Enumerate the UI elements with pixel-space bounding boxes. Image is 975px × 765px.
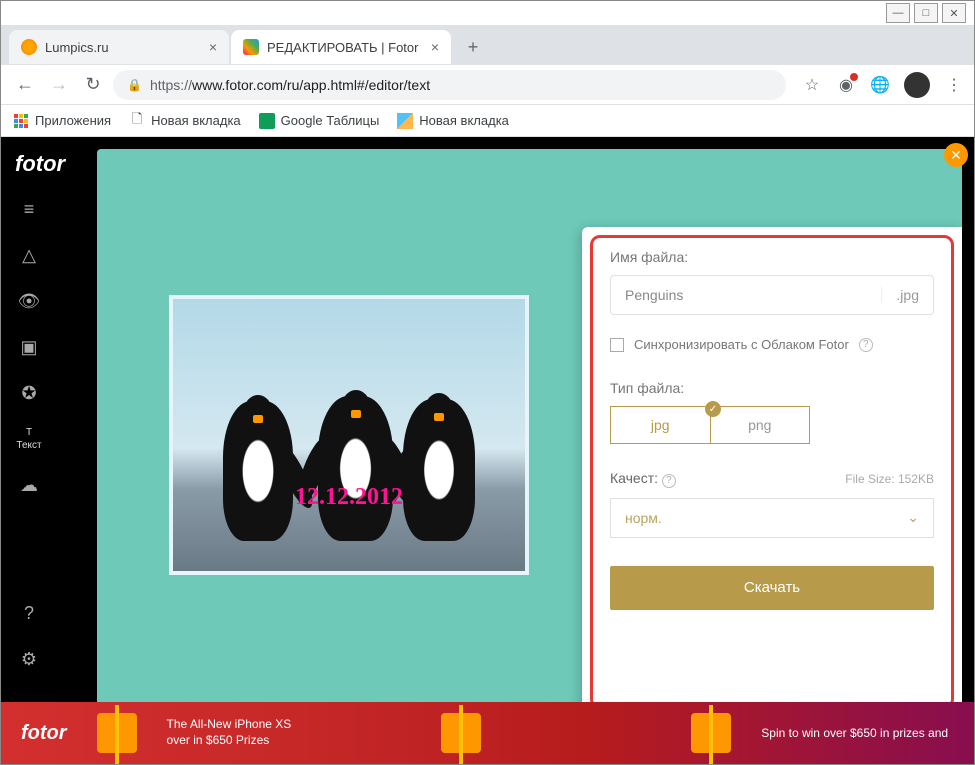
tab-strip: Lumpics.ru × РЕДАКТИРОВАТЬ | Fotor × + <box>1 25 974 65</box>
fotor-logo: fotor <box>15 151 65 177</box>
image-preview: 12.12.2012 <box>169 295 529 575</box>
new-tab-button[interactable]: + <box>459 33 487 61</box>
cloud-icon[interactable]: ☁ <box>17 473 41 497</box>
quality-select[interactable]: норм. ⌄ <box>610 498 934 538</box>
file-extension: .jpg <box>881 287 933 303</box>
gift-icon <box>97 713 137 753</box>
filename-input[interactable] <box>611 287 881 303</box>
maximize-button[interactable]: □ <box>914 3 938 23</box>
apps-label: Приложения <box>35 113 111 128</box>
bookmark-star-icon[interactable]: ☆ <box>802 75 822 95</box>
ad-spin-text: Spin to win over $650 in prizes and <box>761 726 948 740</box>
close-tab-icon[interactable]: × <box>209 39 217 55</box>
quality-value: норм. <box>625 510 662 526</box>
address-bar: ← → ↻ 🔒 https://www.fotor.com/ru/app.htm… <box>1 65 974 105</box>
ad-brand: fotor <box>21 722 67 745</box>
sheets-icon <box>259 113 275 129</box>
filetype-png[interactable]: png <box>711 407 810 443</box>
extension-icon[interactable]: ◉ <box>836 75 856 95</box>
export-modal: ✕ 12.12.2012 Имя файла: .jpg <box>97 149 962 752</box>
back-button[interactable]: ← <box>11 71 39 99</box>
text-tool[interactable]: T Текст <box>16 427 41 451</box>
tab-title: Lumpics.ru <box>45 40 109 55</box>
sync-label: Синхронизировать с Облаком Fotor <box>634 337 849 352</box>
download-button[interactable]: Скачать <box>610 566 934 610</box>
lock-icon: 🔒 <box>127 78 142 92</box>
filename-label: Имя файла: <box>610 249 934 265</box>
help-icon[interactable]: ? <box>859 338 873 352</box>
apps-button[interactable]: Приложения <box>13 113 111 129</box>
url-input[interactable]: 🔒 https://www.fotor.com/ru/app.html#/edi… <box>113 70 786 100</box>
filetype-label: Тип файла: <box>610 380 934 396</box>
close-tab-icon[interactable]: × <box>431 39 439 55</box>
globe-icon[interactable]: 🌐 <box>870 75 890 95</box>
app-area: fotor ≡ △ 👁 ▣ ✪ T Текст ☁ ? ⚙ ✕ 12.12.20 <box>1 137 974 764</box>
effects-icon[interactable]: △ <box>17 243 41 267</box>
help-icon[interactable]: ? <box>662 474 676 488</box>
forward-button[interactable]: → <box>45 71 73 99</box>
check-icon: ✓ <box>705 401 721 417</box>
close-window-button[interactable]: ✕ <box>942 3 966 23</box>
sync-checkbox[interactable] <box>610 338 624 352</box>
window-controls: — □ ✕ <box>886 3 966 23</box>
export-panel: Имя файла: .jpg Синхронизировать с Облак… <box>582 227 962 717</box>
minimize-button[interactable]: — <box>886 3 910 23</box>
adjust-icon[interactable]: ≡ <box>17 197 41 221</box>
browser-menu-icon[interactable]: ⋮ <box>944 75 964 95</box>
bookmark-item[interactable]: 🗋 Новая вкладка <box>129 113 241 129</box>
settings-icon[interactable]: ⚙ <box>17 647 41 671</box>
browser-tab-fotor[interactable]: РЕДАКТИРОВАТЬ | Fotor × <box>231 30 451 64</box>
gift-icon <box>441 713 481 753</box>
url-path: www.fotor.com/ru/app.html#/editor/text <box>192 77 430 93</box>
overlay-text: 12.12.2012 <box>295 484 403 511</box>
filetype-toggle: jpg png ✓ <box>610 406 810 444</box>
bookmark-item[interactable]: Новая вкладка <box>397 113 509 129</box>
favicon-lumpics <box>21 39 37 55</box>
tab-title: РЕДАКТИРОВАТЬ | Fotor <box>267 40 418 55</box>
reload-button[interactable]: ↻ <box>79 71 107 99</box>
frames-icon[interactable]: ▣ <box>17 335 41 359</box>
bookmarks-bar: Приложения 🗋 Новая вкладка Google Таблиц… <box>1 105 974 137</box>
bookmark-label: Новая вкладка <box>419 113 509 128</box>
profile-avatar[interactable] <box>904 72 930 98</box>
browser-tab-lumpics[interactable]: Lumpics.ru × <box>9 30 229 64</box>
help-icon[interactable]: ? <box>17 601 41 625</box>
ad-banner[interactable]: fotor The All-New iPhone XS over in $650… <box>1 702 974 764</box>
ad-text: The All-New iPhone XS over in $650 Prize… <box>167 717 292 748</box>
bookmark-item[interactable]: Google Таблицы <box>259 113 380 129</box>
image-icon <box>397 113 413 129</box>
bookmark-label: Google Таблицы <box>281 113 380 128</box>
text-tool-label: Текст <box>16 440 41 451</box>
beauty-icon[interactable]: 👁 <box>17 289 41 313</box>
close-modal-button[interactable]: ✕ <box>944 143 968 167</box>
text-icon: T <box>26 427 32 438</box>
filesize-text: File Size: 152KB <box>845 472 934 486</box>
quality-label: Качест: <box>610 470 658 486</box>
page-icon: 🗋 <box>129 113 145 129</box>
favicon-fotor <box>243 39 259 55</box>
stickers-icon[interactable]: ✪ <box>17 381 41 405</box>
gift-icon <box>691 713 731 753</box>
filetype-jpg[interactable]: jpg <box>611 407 711 443</box>
url-protocol: https:// <box>150 77 192 93</box>
chevron-down-icon: ⌄ <box>907 509 919 526</box>
editor-sidebar: ≡ △ 👁 ▣ ✪ T Текст ☁ ? ⚙ <box>1 187 57 671</box>
bookmark-label: Новая вкладка <box>151 113 241 128</box>
